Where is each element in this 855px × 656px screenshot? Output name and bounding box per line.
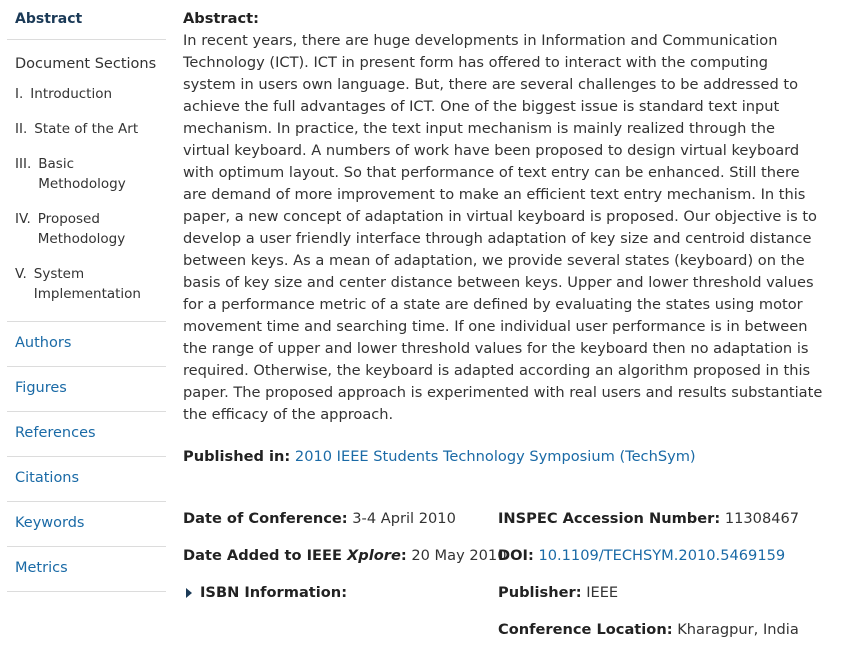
section-number: I. <box>15 86 24 102</box>
abstract-heading: Abstract: <box>183 10 259 27</box>
date-of-conference: Date of Conference: 3-4 April 2010 <box>183 508 498 545</box>
section-link-state-of-the-art[interactable]: II. State of the Art <box>7 119 166 139</box>
section-label: System Implementation <box>33 266 141 302</box>
section-link-basic-methodology[interactable]: III. Basic Methodology <box>7 154 166 194</box>
sidebar-item-metrics[interactable]: Metrics <box>7 547 166 592</box>
section-number: III. <box>15 156 32 172</box>
section-label: Introduction <box>30 86 113 102</box>
publisher-value: IEEE <box>586 584 619 601</box>
doi: DOI: 10.1109/TECHSYM.2010.5469159 <box>498 545 843 582</box>
abstract-text: In recent years, there are huge developm… <box>183 32 823 423</box>
doi-link[interactable]: 10.1109/TECHSYM.2010.5469159 <box>538 547 785 564</box>
date-added-value: 20 May 2010 <box>411 547 507 564</box>
sidebar-item-citations[interactable]: Citations <box>7 457 166 502</box>
isbn-label: ISBN Information: <box>200 584 348 601</box>
publication-link[interactable]: 2010 IEEE Students Technology Symposium … <box>295 448 696 465</box>
metadata-column-right: INSPEC Accession Number: 11308467 DOI: 1… <box>498 508 843 656</box>
section-number: V. <box>15 266 27 282</box>
date-added-label-prefix: Date Added to IEEE <box>183 547 348 564</box>
section-link-system-implementation[interactable]: V. System Implementation <box>7 264 166 304</box>
date-added-label-suffix: : <box>400 547 407 564</box>
section-link-proposed-methodology[interactable]: IV. Proposed Methodology <box>7 209 166 249</box>
sidebar-item-authors[interactable]: Authors <box>7 322 166 367</box>
conference-location-value: Kharagpur, India <box>677 621 799 638</box>
sidebar-item-figures[interactable]: Figures <box>7 367 166 412</box>
document-sidebar: Abstract Document Sections I. Introducti… <box>7 0 166 592</box>
abstract-section: Abstract: In recent years, there are hug… <box>183 8 823 468</box>
isbn-toggle[interactable]: ISBN Information: <box>183 582 498 619</box>
date-added-label: Date Added to IEEE Xplore: <box>183 547 407 564</box>
publisher-label: Publisher: <box>498 584 582 601</box>
published-in: Published in: 2010 IEEE Students Technol… <box>183 446 823 468</box>
sidebar-item-references[interactable]: References <box>7 412 166 457</box>
publisher: Publisher: IEEE <box>498 582 843 619</box>
document-sections-list: I. Introduction II. State of the Art III… <box>7 84 166 322</box>
published-in-label: Published in: <box>183 448 291 465</box>
conference-location: Conference Location: Kharagpur, India <box>498 619 843 656</box>
section-label: State of the Art <box>34 121 139 137</box>
metadata-column-left: Date of Conference: 3-4 April 2010 Date … <box>183 508 507 619</box>
section-link-introduction[interactable]: I. Introduction <box>7 84 166 104</box>
doi-label: DOI: <box>498 547 534 564</box>
sidebar-item-abstract[interactable]: Abstract <box>7 0 166 40</box>
date-of-conference-label: Date of Conference: <box>183 510 348 527</box>
date-added: Date Added to IEEE Xplore: 20 May 2010 <box>183 545 507 582</box>
inspec-label: INSPEC Accession Number: <box>498 510 721 527</box>
inspec-value: 11308467 <box>724 510 800 527</box>
xplore-label: Xplore <box>347 547 401 564</box>
section-label: Basic Methodology <box>38 156 126 192</box>
caret-right-icon <box>186 587 192 598</box>
section-number: II. <box>15 121 28 137</box>
date-of-conference-value: 3-4 April 2010 <box>352 510 456 527</box>
section-label: Proposed Methodology <box>37 211 126 247</box>
inspec-accession: INSPEC Accession Number: 11308467 <box>498 508 843 545</box>
section-number: IV. <box>15 211 31 227</box>
sidebar-item-keywords[interactable]: Keywords <box>7 502 166 547</box>
document-sections-heading: Document Sections <box>15 56 157 72</box>
conference-location-label: Conference Location: <box>498 621 673 638</box>
